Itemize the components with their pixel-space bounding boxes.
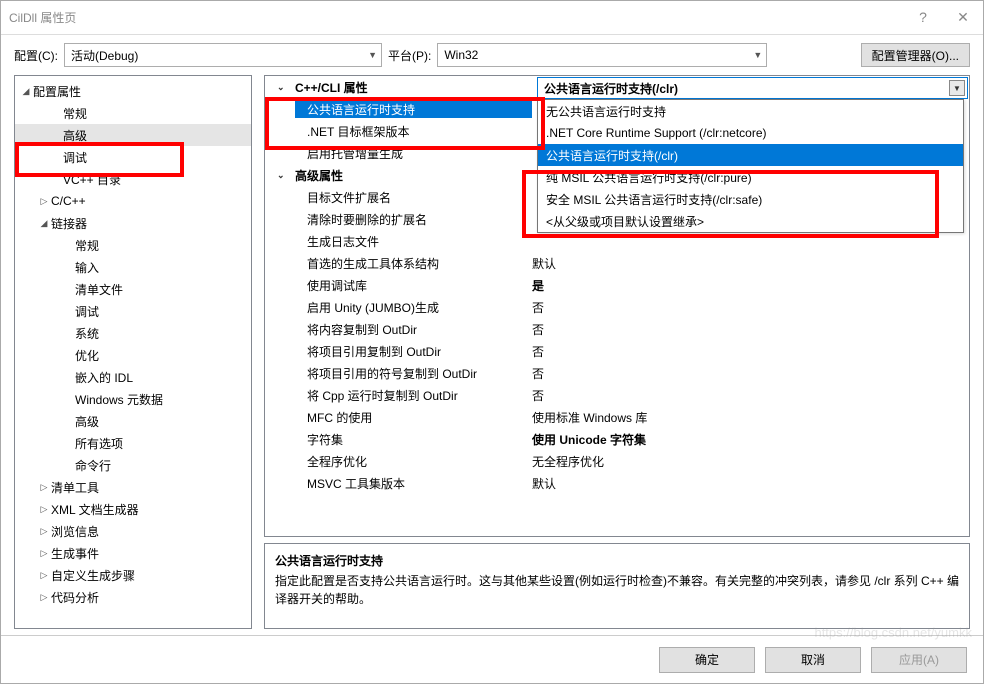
triangle-down-icon: ◢: [19, 86, 33, 97]
prop-row[interactable]: MSVC 工具集版本默认: [265, 472, 969, 494]
dd-option[interactable]: .NET Core Runtime Support (/clr:netcore): [538, 122, 963, 144]
tree-item[interactable]: ▷代码分析: [15, 586, 251, 608]
clr-dropdown[interactable]: 无公共语言运行时支持 .NET Core Runtime Support (/c…: [537, 99, 964, 233]
tree-item[interactable]: 清单文件: [15, 278, 251, 300]
tree-linker[interactable]: ◢ 链接器: [15, 212, 251, 234]
tree-item[interactable]: 嵌入的 IDL: [15, 366, 251, 388]
prop-row[interactable]: 首选的生成工具体系结构默认: [265, 252, 969, 274]
triangle-right-icon: ▷: [37, 482, 51, 493]
tree-root[interactable]: ◢ 配置属性: [15, 80, 251, 102]
tree-item[interactable]: ▷生成事件: [15, 542, 251, 564]
tree-item[interactable]: 调试: [15, 146, 251, 168]
prop-row[interactable]: 全程序优化无全程序优化: [265, 450, 969, 472]
chevron-down-icon: ⌄: [277, 82, 291, 93]
description-panel: 公共语言运行时支持 指定此配置是否支持公共语言运行时。这与其他某些设置(例如运行…: [264, 543, 970, 629]
chevron-down-icon: ▼: [368, 50, 377, 60]
clr-value-combo[interactable]: 公共语言运行时支持(/clr) ▼: [537, 77, 968, 99]
tree-item[interactable]: 输入: [15, 256, 251, 278]
tree-item[interactable]: 常规: [15, 234, 251, 256]
tree-item[interactable]: ▷自定义生成步骤: [15, 564, 251, 586]
tree-item[interactable]: ▷清单工具: [15, 476, 251, 498]
prop-row[interactable]: 生成日志文件: [265, 230, 969, 252]
window-controls: ? ✕: [911, 9, 975, 26]
tree-item[interactable]: VC++ 目录: [15, 168, 251, 190]
property-grid[interactable]: 公共语言运行时支持(/clr) ▼ ⌄C++/CLI 属性 公共语言运行时支持 …: [264, 75, 970, 537]
prop-row[interactable]: 使用调试库是: [265, 274, 969, 296]
tree-item[interactable]: 高级: [15, 410, 251, 432]
close-icon[interactable]: ✕: [951, 9, 975, 26]
config-label: 配置(C):: [14, 47, 58, 64]
category-tree[interactable]: ◢ 配置属性 常规 高级 调试 VC++ 目录 ▷ C/C++ ◢ 链接器 常规…: [14, 75, 252, 629]
dd-option[interactable]: <从父级或项目默认设置继承>: [538, 210, 963, 232]
prop-row[interactable]: 字符集使用 Unicode 字符集: [265, 428, 969, 450]
tree-item[interactable]: 系统: [15, 322, 251, 344]
top-config-bar: 配置(C): 活动(Debug) ▼ 平台(P): Win32 ▼ 配置管理器(…: [1, 35, 983, 75]
tree-item[interactable]: ▷浏览信息: [15, 520, 251, 542]
triangle-right-icon: ▷: [37, 526, 51, 537]
prop-row[interactable]: MFC 的使用使用标准 Windows 库: [265, 406, 969, 428]
tree-item[interactable]: ▷XML 文档生成器: [15, 498, 251, 520]
triangle-down-icon: ◢: [37, 218, 51, 229]
dd-option[interactable]: 无公共语言运行时支持: [538, 100, 963, 122]
dd-option[interactable]: 纯 MSIL 公共语言运行时支持(/clr:pure): [538, 166, 963, 188]
tree-item-advanced[interactable]: 高级: [15, 124, 251, 146]
triangle-right-icon: ▷: [37, 548, 51, 559]
prop-row[interactable]: 启用 Unity (JUMBO)生成否: [265, 296, 969, 318]
title-bar: CilDll 属性页 ? ✕: [1, 1, 983, 35]
tree-ccpp[interactable]: ▷ C/C++: [15, 190, 251, 212]
description-title: 公共语言运行时支持: [275, 552, 959, 570]
window-title: CilDll 属性页: [9, 9, 911, 26]
prop-row[interactable]: 将项目引用复制到 OutDir否: [265, 340, 969, 362]
dd-option[interactable]: 安全 MSIL 公共语言运行时支持(/clr:safe): [538, 188, 963, 210]
description-text: 指定此配置是否支持公共语言运行时。这与其他某些设置(例如运行时检查)不兼容。有关…: [275, 572, 959, 608]
tree-item[interactable]: 常规: [15, 102, 251, 124]
prop-row[interactable]: 将内容复制到 OutDir否: [265, 318, 969, 340]
tree-item[interactable]: 命令行: [15, 454, 251, 476]
tree-item[interactable]: 调试: [15, 300, 251, 322]
dialog-buttons: 确定 取消 应用(A): [1, 635, 983, 683]
chevron-down-icon: ▼: [753, 50, 762, 60]
triangle-right-icon: ▷: [37, 592, 51, 603]
apply-button[interactable]: 应用(A): [871, 647, 967, 673]
platform-combo[interactable]: Win32 ▼: [437, 43, 767, 67]
config-manager-button[interactable]: 配置管理器(O)...: [861, 43, 970, 67]
tree-item[interactable]: 所有选项: [15, 432, 251, 454]
chevron-down-icon: ⌄: [277, 170, 291, 181]
triangle-right-icon: ▷: [37, 196, 51, 207]
ok-button[interactable]: 确定: [659, 647, 755, 673]
help-icon[interactable]: ?: [911, 9, 935, 26]
triangle-right-icon: ▷: [37, 504, 51, 515]
platform-label: 平台(P):: [388, 47, 431, 64]
prop-row[interactable]: 将项目引用的符号复制到 OutDir否: [265, 362, 969, 384]
prop-row[interactable]: 将 Cpp 运行时复制到 OutDir否: [265, 384, 969, 406]
triangle-right-icon: ▷: [37, 570, 51, 581]
tree-item[interactable]: 优化: [15, 344, 251, 366]
config-combo[interactable]: 活动(Debug) ▼: [64, 43, 382, 67]
cancel-button[interactable]: 取消: [765, 647, 861, 673]
dd-option-selected[interactable]: 公共语言运行时支持(/clr): [538, 144, 963, 166]
tree-item[interactable]: Windows 元数据: [15, 388, 251, 410]
chevron-down-icon[interactable]: ▼: [949, 80, 965, 96]
